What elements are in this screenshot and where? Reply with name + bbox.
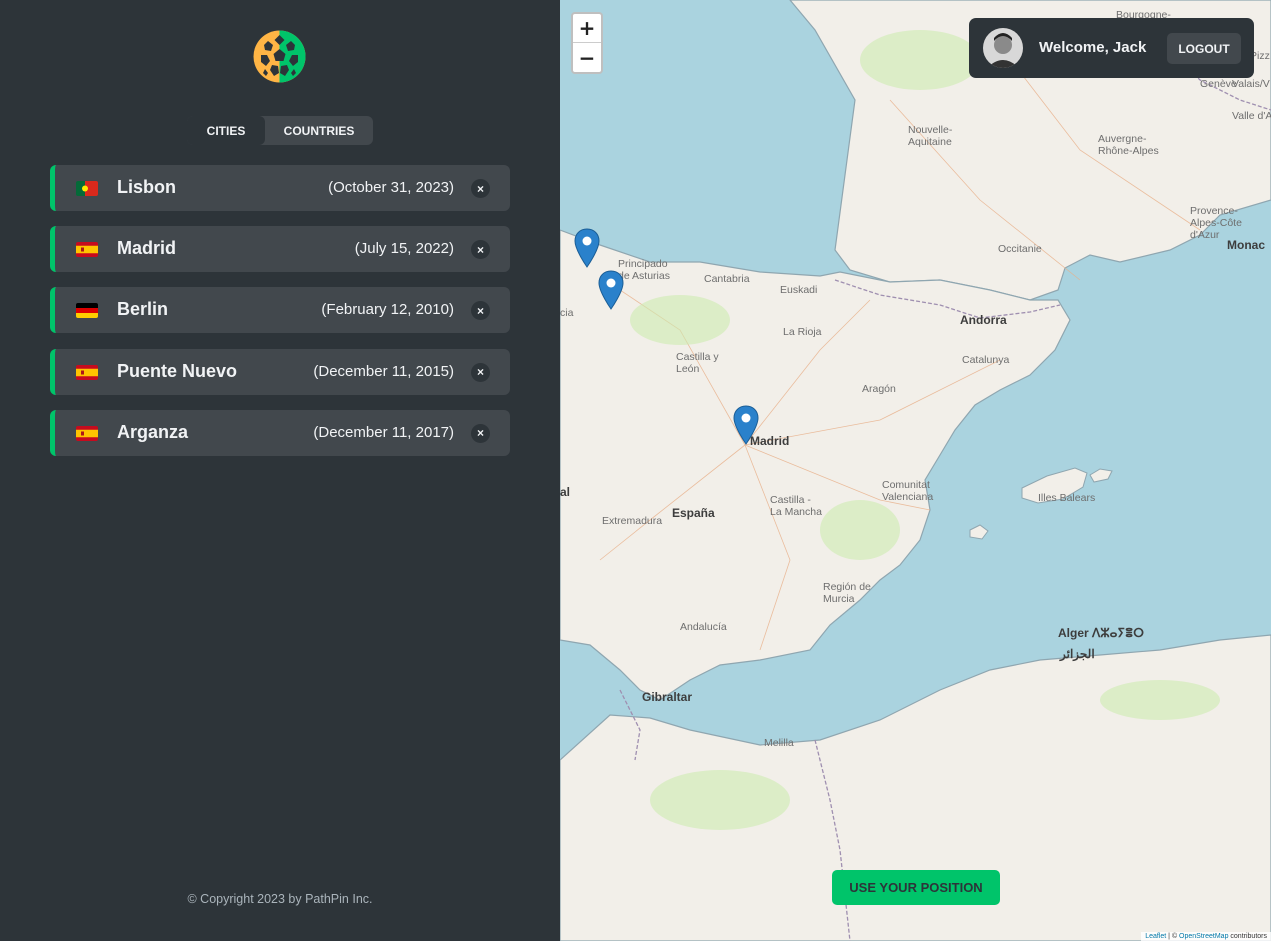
osm-link[interactable]: OpenStreetMap	[1179, 933, 1228, 940]
zoom-out-button[interactable]: −	[573, 43, 601, 72]
map-label-al: al	[560, 485, 571, 499]
city-name: Madrid	[117, 238, 177, 259]
city-item-madrid[interactable]: Madrid (July 15, 2022) ×	[50, 226, 510, 273]
map-marker-icon[interactable]	[733, 405, 759, 445]
zoom-control: + −	[571, 12, 603, 74]
map-marker-icon[interactable]	[598, 270, 624, 310]
city-date: (December 11, 2017)	[313, 423, 454, 441]
user-panel: Welcome, Jack LOGOUT	[969, 18, 1254, 78]
map-label-nouvelle-aquitaine: Nouvelle- Aquitaine	[908, 124, 953, 148]
leaflet-link[interactable]: Leaflet	[1145, 933, 1166, 940]
tab-cities[interactable]: CITIES	[187, 116, 265, 145]
map-attribution: Leaflet | © OpenStreetMap contributors	[1141, 932, 1271, 941]
logout-button[interactable]: LOGOUT	[1167, 33, 1241, 64]
map-label-andalucia: Andalucía	[680, 621, 727, 633]
map-label-catalunya: Catalunya	[962, 354, 1010, 366]
delete-city-button[interactable]: ×	[471, 362, 490, 382]
city-item-berlin[interactable]: Berlin (February 12, 2010) ×	[50, 287, 510, 334]
sidebar: CITIES COUNTRIES Lisbon (October 31, 202…	[0, 0, 560, 941]
welcome-text: Welcome, Jack	[1039, 39, 1147, 56]
map-marker-icon[interactable]	[574, 228, 600, 268]
map-label-cantabria: Cantabria	[704, 273, 750, 285]
map-label-murcia: Región de Murcia	[823, 581, 871, 605]
use-position-button[interactable]: USE YOUR POSITION	[832, 870, 1000, 905]
city-item-lisbon[interactable]: Lisbon (October 31, 2023) ×	[50, 165, 510, 211]
delete-city-button[interactable]: ×	[471, 301, 490, 321]
city-date: (October 31, 2023)	[328, 179, 454, 196]
portugal-flag-icon	[76, 181, 98, 196]
zoom-in-button[interactable]: +	[573, 14, 601, 43]
city-list: Lisbon (October 31, 2023) × Madrid (July…	[50, 165, 510, 471]
spain-flag-icon	[76, 242, 98, 258]
avatar	[983, 28, 1023, 68]
map-label-comunitat: Comunitat Valenciana	[882, 479, 934, 503]
view-tabs: CITIES COUNTRIES	[187, 116, 373, 145]
map-label-asturias: Principado de Asturias	[618, 258, 670, 282]
map-label-euskadi: Euskadi	[780, 284, 818, 296]
city-name: Puente Nuevo	[117, 360, 238, 381]
map-label-espana: España	[672, 506, 715, 520]
delete-city-button[interactable]: ×	[471, 423, 490, 443]
city-name: Lisbon	[117, 177, 176, 197]
map-label-provence: Provence- Alpes-Côte d'Azur	[1190, 205, 1242, 241]
city-date: (July 15, 2022)	[354, 240, 454, 258]
map-label-castilla-leon: Castilla y León	[676, 351, 719, 375]
map-label-gibraltar: Gibraltar	[642, 690, 693, 704]
city-item-puente-nuevo[interactable]: Puente Nuevo (December 11, 2015) ×	[50, 348, 510, 395]
germany-flag-icon	[76, 303, 98, 319]
delete-city-button[interactable]: ×	[471, 179, 490, 198]
map-label-andorra: Andorra	[960, 313, 1007, 327]
city-date: (December 11, 2015)	[313, 362, 454, 380]
map-label-illes-balears: Illes Balears	[1038, 492, 1096, 504]
map-label-cia: cia	[560, 307, 574, 319]
city-item-arganza[interactable]: Arganza (December 11, 2017) ×	[50, 409, 510, 456]
delete-city-button[interactable]: ×	[471, 240, 490, 260]
city-date: (February 12, 2010)	[321, 301, 454, 319]
map-label-auvergne: Auvergne- Rhône-Alpes	[1098, 133, 1159, 157]
map-label-alger-ar: الجزائر	[1060, 647, 1095, 661]
tab-countries[interactable]: COUNTRIES	[265, 116, 373, 145]
spain-flag-icon	[76, 425, 98, 441]
map[interactable]: Madrid España Andorra Gibraltar Alger ⴷⵣ…	[560, 0, 1271, 941]
map-label-alger: Alger ⴷⵣⴰⵢⴻⵔ	[1058, 626, 1144, 640]
map-label-aragon: Aragón	[862, 383, 896, 395]
attribution-separator: | ©	[1166, 933, 1180, 940]
attribution-contributors: contributors	[1228, 933, 1267, 940]
city-name: Berlin	[117, 299, 169, 320]
spain-flag-icon	[76, 364, 98, 380]
pathpin-logo-icon	[253, 30, 306, 83]
copyright-footer: © Copyright 2023 by PathPin Inc.	[187, 892, 373, 906]
city-name: Arganza	[117, 421, 189, 442]
map-label-la-rioja: La Rioja	[783, 326, 822, 338]
map-label-occitanie: Occitanie	[998, 243, 1042, 255]
map-label-valle-aosta: Valle d'Aos	[1232, 110, 1271, 122]
map-label-valais: Valais/V	[1232, 78, 1270, 90]
map-label-castilla-mancha: Castilla - La Mancha	[770, 494, 822, 518]
map-label-melilla: Melilla	[764, 737, 794, 749]
map-label-extremadura: Extremadura	[602, 515, 663, 527]
